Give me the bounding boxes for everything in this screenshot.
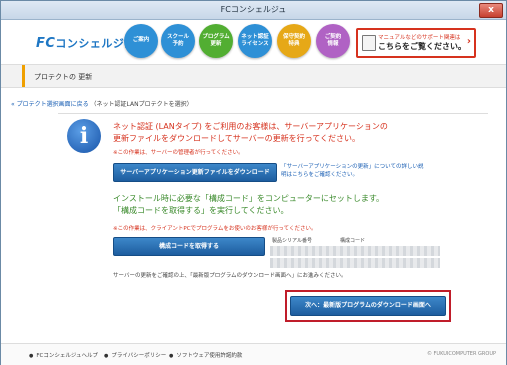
support-line1: マニュアルなどのサポート関連は <box>378 35 461 41</box>
nav-button-4[interactable]: 保守契約 特典 <box>277 24 311 58</box>
logo-fc: FC <box>36 36 56 51</box>
client-note: ※この作業は、クライアントPCでプログラムをお使いのお客様が行ってください。 <box>113 226 317 232</box>
update-info-link-line2: 明はこちらをご確認ください。 <box>281 172 359 179</box>
lan-message-line2: 更新ファイルをダウンロードしてサーバーの更新を行ってください。 <box>113 134 361 144</box>
proceed-note: サーバーの更新をご確認の上、「最新版プログラムのダウンロード画面へ」にお進みくだ… <box>113 273 347 279</box>
footer-link-privacy[interactable]: プライバシーポリシー <box>104 351 166 359</box>
table-row <box>270 246 440 256</box>
install-message-line1: インストール時に必要な「構成コード」をコンピューターにセットします。 <box>113 194 385 203</box>
update-info-link-line1: 「サーバーアプリケーションの更新」についての詳しい説 <box>281 164 424 170</box>
nav-button-1[interactable]: スクール 予約 <box>161 24 195 58</box>
table-row <box>270 258 440 268</box>
logo[interactable]: FCコンシェルジュ <box>36 35 135 51</box>
footer-link-license[interactable]: ソフトウェア使用許諾約款 <box>169 351 242 359</box>
nav-button-3[interactable]: ネット認証 ライセンス <box>238 24 272 58</box>
footer: FCコンシェルジュヘルプ プライバシーポリシー ソフトウェア使用許諾約款 © F… <box>1 343 506 365</box>
title-bar: FCコンシェルジュ x <box>1 1 506 20</box>
breadcrumb: « プロテクト選択画面に戻る （ネット認証LANプロテクトを選択） <box>11 99 193 108</box>
back-link[interactable]: « プロテクト選択画面に戻る <box>11 101 89 108</box>
app-window: FCコンシェルジュ x FCコンシェルジュ ご案内 スクール 予約 プログラム 更新… <box>0 0 507 365</box>
header: FCコンシェルジュ ご案内 スクール 予約 プログラム 更新 ネット認証 ライセンス保… <box>1 20 506 62</box>
close-button[interactable]: x <box>479 3 503 18</box>
window-title: FCコンシェルジュ <box>220 5 287 14</box>
section-header: プロテクトの 更新 <box>1 64 506 88</box>
next-download-button[interactable]: 次へ：最新版プログラムのダウンロード画面へ <box>290 296 446 316</box>
page-title: プロテクトの 更新 <box>34 73 93 81</box>
nav-button-5[interactable]: ご契約 情報 <box>316 24 350 58</box>
section-accent <box>22 65 25 87</box>
nav-button-2[interactable]: プログラム 更新 <box>199 24 233 58</box>
back-sub: （ネット認証LANプロテクトを選択） <box>90 101 193 108</box>
next-button-highlight: 次へ：最新版プログラムのダウンロード画面へ <box>285 290 451 322</box>
footer-link-help[interactable]: FCコンシェルジュヘルプ <box>29 351 98 359</box>
serial-header: 製品シリアル番号 <box>272 238 312 244</box>
server-admin-note: ※この作業は、サーバーの管理者が行ってください。 <box>113 150 244 156</box>
install-message: インストール時に必要な「構成コード」をコンピューターにセットします。 「構成コー… <box>113 193 384 218</box>
download-update-button[interactable]: サーバーアプリケーション更新ファイルをダウンロード <box>113 163 277 182</box>
lan-message: ネット認証 (LANタイプ) をご利用のお客様は、サーバーアプリケーションの 更… <box>113 121 388 146</box>
chevron-right-icon: › <box>466 36 471 47</box>
update-info-link[interactable]: 「サーバーアプリケーションの更新」についての詳しい説 明はこちらをご確認ください… <box>281 163 423 180</box>
manual-icon <box>362 35 376 51</box>
get-code-button[interactable]: 構成コードを取得する <box>113 237 265 256</box>
nav-button-0[interactable]: ご案内 <box>124 24 158 58</box>
code-header: 構成コード <box>340 238 366 244</box>
install-message-line2: 「構成コードを取得する」を実行してください。 <box>113 206 289 216</box>
copyright: © FUKUICOMPUTER GROUP <box>426 351 496 357</box>
lan-message-line1: ネット認証 (LANタイプ) をご利用のお客様は、サーバーアプリケーションの <box>113 122 388 131</box>
info-icon: i <box>67 119 101 153</box>
support-line2: こちらをご覧ください。 <box>378 42 466 51</box>
support-banner[interactable]: マニュアルなどのサポート関連は こちらをご覧ください。 › <box>356 28 476 58</box>
